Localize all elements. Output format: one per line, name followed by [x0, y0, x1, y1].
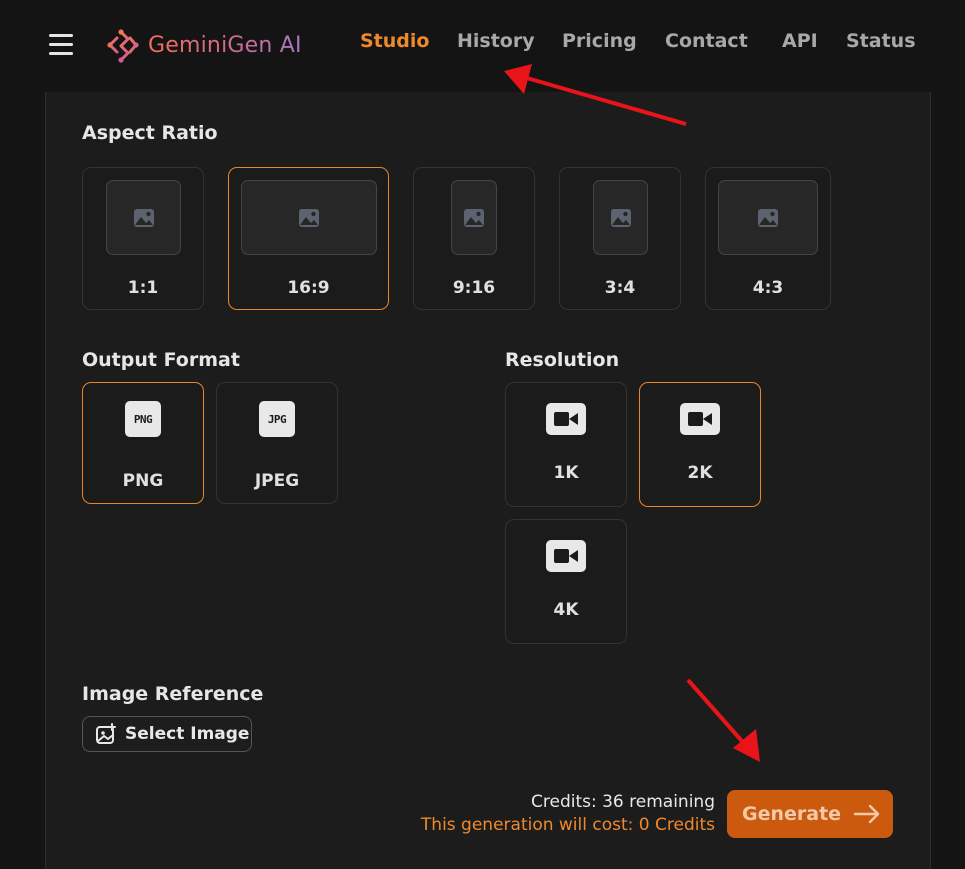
video-camera-icon [680, 403, 720, 435]
nav-history[interactable]: History [457, 30, 535, 52]
aspect-label: 16:9 [287, 278, 330, 298]
nav-api[interactable]: API [782, 30, 818, 52]
logo-text: GeminiGen AI [148, 32, 302, 58]
aspect-ratio-title: Aspect Ratio [82, 122, 218, 144]
arrow-right-icon [853, 804, 880, 824]
aspect-label: 3:4 [604, 278, 636, 298]
logo-icon [107, 29, 139, 63]
aspect-option-9-16[interactable]: 9:16 [413, 167, 535, 310]
nav-pricing[interactable]: Pricing [562, 30, 637, 52]
aspect-label: 1:1 [127, 278, 159, 298]
image-placeholder-icon [593, 180, 648, 255]
logo[interactable]: GeminiGen AI [104, 26, 302, 64]
aspect-option-1-1[interactable]: 1:1 [82, 167, 204, 310]
resolution-option-2k[interactable]: 2K [639, 382, 761, 507]
image-placeholder-icon [451, 180, 497, 255]
nav-status[interactable]: Status [846, 30, 916, 52]
format-label: JPEG [254, 471, 300, 491]
image-placeholder-icon [718, 180, 818, 255]
aspect-label: 9:16 [452, 278, 496, 298]
nav-contact[interactable]: Contact [665, 30, 748, 52]
generation-cost: This generation will cost: 0 Credits [420, 815, 715, 835]
format-option-jpeg[interactable]: JPG JPEG [216, 382, 338, 504]
select-image-label: Select Image [125, 724, 250, 744]
top-navigation-bar: GeminiGen AI Studio History Pricing Cont… [0, 0, 965, 92]
format-option-png[interactable]: PNG PNG [82, 382, 204, 504]
credits-info: Credits: 36 remaining This generation wi… [421, 791, 715, 837]
generate-label: Generate [742, 803, 842, 825]
image-placeholder-icon [241, 180, 377, 255]
format-label: PNG [122, 471, 164, 491]
image-placeholder-icon [106, 180, 181, 255]
aspect-option-16-9[interactable]: 16:9 [228, 167, 389, 310]
select-image-button[interactable]: Select Image [82, 716, 252, 752]
aspect-option-3-4[interactable]: 3:4 [559, 167, 681, 310]
resolution-option-4k[interactable]: 4K [505, 519, 627, 644]
jpg-file-icon: JPG [259, 401, 295, 437]
hamburger-menu-icon[interactable] [49, 34, 73, 56]
generate-button[interactable]: Generate [727, 790, 893, 838]
resolution-option-1k[interactable]: 1K [505, 382, 627, 507]
image-reference-title: Image Reference [82, 683, 264, 705]
credits-remaining: Credits: 36 remaining [531, 792, 715, 812]
resolution-label: 4K [553, 600, 579, 620]
output-format-title: Output Format [82, 349, 240, 371]
png-file-icon: PNG [125, 401, 161, 437]
aspect-option-4-3[interactable]: 4:3 [705, 167, 831, 310]
add-image-icon [96, 723, 116, 744]
resolution-label: 1K [553, 463, 579, 483]
resolution-title: Resolution [505, 349, 620, 371]
aspect-label: 4:3 [752, 278, 784, 298]
video-camera-icon [546, 540, 586, 572]
nav-studio[interactable]: Studio [360, 30, 429, 52]
video-camera-icon [546, 403, 586, 435]
resolution-label: 2K [687, 463, 713, 483]
